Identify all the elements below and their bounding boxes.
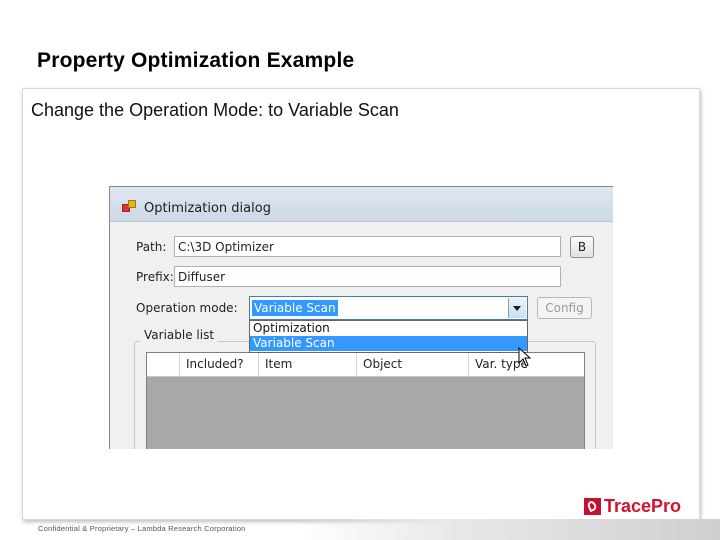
dropdown-option-variable-scan[interactable]: Variable Scan bbox=[250, 336, 527, 351]
operation-mode-dropdown: Optimization Variable Scan bbox=[249, 320, 528, 353]
row-header-corner bbox=[147, 353, 179, 376]
dropdown-option-optimization[interactable]: Optimization bbox=[250, 321, 527, 336]
operation-mode-select[interactable]: Variable Scan bbox=[249, 296, 528, 320]
prefix-label: Prefix: bbox=[136, 270, 174, 284]
browse-button[interactable]: B bbox=[570, 236, 594, 258]
footer-bar bbox=[300, 519, 720, 540]
path-field[interactable]: C:\3D Optimizer bbox=[174, 236, 561, 257]
dialog-titlebar[interactable]: Optimization dialog bbox=[110, 187, 613, 222]
dialog-app-icon bbox=[122, 200, 136, 212]
column-header[interactable]: Item bbox=[258, 353, 356, 376]
path-label: Path: bbox=[136, 240, 167, 254]
variable-list-label: Variable list bbox=[140, 328, 219, 342]
confidential-notice: Confidential & Proprietary – Lambda Rese… bbox=[38, 524, 246, 533]
mouse-pointer-icon bbox=[518, 347, 532, 367]
operation-mode-value: Variable Scan bbox=[252, 300, 338, 316]
slide-title: Property Optimization Example bbox=[37, 49, 355, 72]
prefix-field[interactable]: Diffuser bbox=[174, 266, 561, 287]
column-header[interactable]: Object bbox=[356, 353, 468, 376]
optimization-dialog: Optimization dialog Path: C:\3D Optimize… bbox=[109, 186, 613, 449]
operation-mode-label: Operation mode: bbox=[136, 301, 238, 315]
logo-text: TracePro bbox=[604, 496, 682, 516]
chevron-down-icon[interactable] bbox=[508, 298, 526, 318]
config-button[interactable]: Config bbox=[537, 297, 592, 319]
slide-subtitle: Change the Operation Mode: to Variable S… bbox=[31, 100, 399, 120]
dialog-title: Optimization dialog bbox=[144, 201, 271, 216]
column-header[interactable]: Included? bbox=[179, 353, 258, 376]
logo-mark-icon bbox=[584, 498, 601, 515]
